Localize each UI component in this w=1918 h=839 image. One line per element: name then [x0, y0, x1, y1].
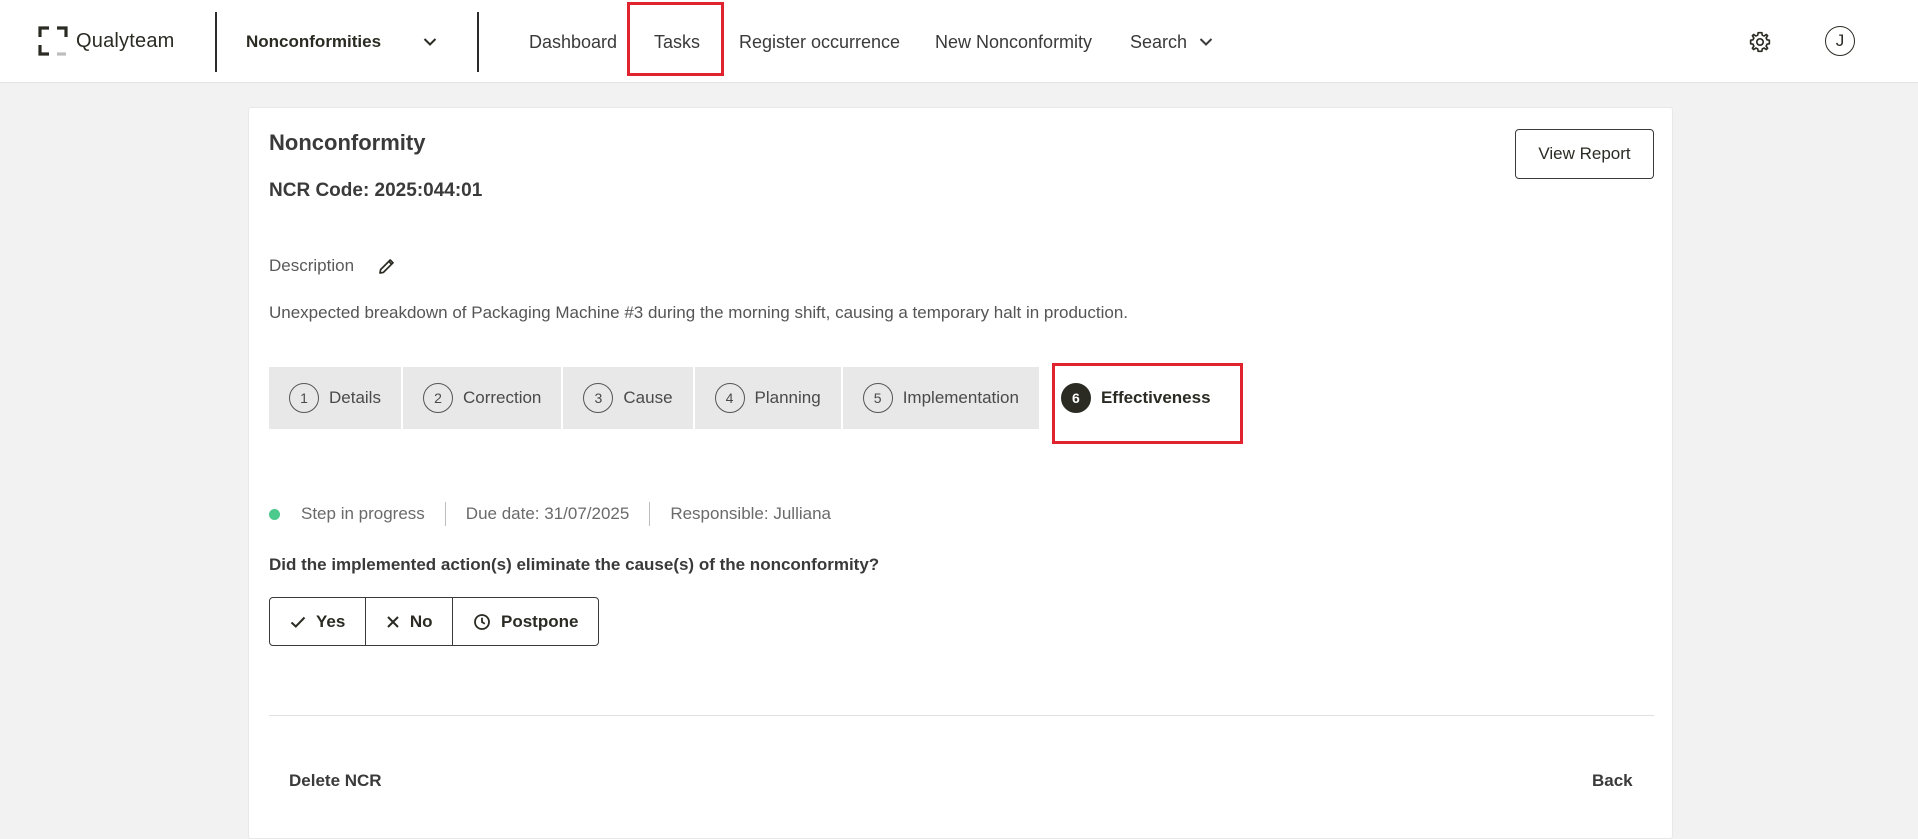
gear-icon — [1749, 31, 1771, 53]
step-label: Planning — [754, 388, 821, 407]
step-label: Implementation — [902, 388, 1019, 407]
effectiveness-question: Did the implemented action(s) eliminate … — [269, 555, 880, 574]
nav-search[interactable]: Search — [1130, 28, 1213, 56]
step-number: 5 — [862, 383, 893, 413]
logo[interactable]: Qualyteam — [38, 24, 175, 58]
ncr-code: NCR Code: 2025:044:01 — [269, 180, 483, 201]
no-label: No — [409, 611, 433, 631]
step-label: Cause — [623, 388, 673, 407]
divider — [477, 12, 479, 72]
clock-icon — [474, 613, 490, 630]
user-avatar[interactable]: J — [1825, 26, 1855, 56]
due-date: Due date: 31/07/2025 — [465, 504, 630, 523]
postpone-label: Postpone — [500, 611, 579, 631]
tasks-highlight-box — [627, 2, 724, 76]
status-state: Step in progress — [301, 504, 425, 523]
no-button[interactable]: No — [364, 597, 454, 646]
module-selector[interactable]: Nonconformities — [246, 28, 437, 56]
step-number: 1 — [289, 383, 319, 413]
description-header: Description — [269, 256, 396, 276]
effectiveness-highlight-box — [1052, 363, 1243, 444]
responsible: Responsible: Julliana — [670, 504, 831, 523]
tab-details[interactable]: 1 Details — [269, 367, 401, 429]
check-icon — [290, 616, 306, 628]
step-label: Correction — [462, 388, 542, 407]
back-button[interactable]: Back — [1592, 771, 1633, 791]
postpone-button[interactable]: Postpone — [451, 597, 600, 646]
answer-button-group: Yes No Postpone — [269, 597, 600, 646]
divider — [444, 502, 446, 526]
nav-new-nonconformity[interactable]: New Nonconformity — [935, 28, 1092, 56]
yes-label: Yes — [316, 611, 346, 631]
chevron-down-icon — [423, 38, 437, 46]
tab-cause[interactable]: 3 Cause — [563, 367, 693, 429]
step-number: 4 — [714, 383, 745, 413]
status-dot-icon — [269, 508, 280, 520]
chevron-down-icon — [1199, 38, 1213, 46]
step-number: 2 — [422, 383, 453, 413]
view-report-button[interactable]: View Report — [1515, 129, 1654, 179]
qualyteam-logo-icon — [38, 26, 68, 56]
page-title: Nonconformity — [269, 130, 426, 155]
top-navigation-bar: Qualyteam Nonconformities Dashboard Task… — [0, 0, 1918, 83]
divider — [649, 502, 651, 526]
pencil-edit-icon[interactable] — [378, 257, 396, 275]
nav-search-label: Search — [1130, 31, 1188, 52]
divider — [215, 12, 217, 72]
tab-implementation[interactable]: 5 Implementation — [842, 367, 1039, 429]
divider — [269, 715, 1654, 716]
module-label: Nonconformities — [246, 32, 382, 51]
nonconformity-card: Nonconformity NCR Code: 2025:044:01 View… — [248, 107, 1673, 839]
settings-button[interactable] — [1748, 30, 1772, 54]
description-text: Unexpected breakdown of Packaging Machin… — [269, 303, 1129, 322]
close-icon — [387, 615, 399, 628]
description-label: Description — [269, 256, 355, 275]
tab-planning[interactable]: 4 Planning — [694, 367, 841, 429]
nav-register-occurrence[interactable]: Register occurrence — [739, 28, 900, 56]
yes-button[interactable]: Yes — [269, 597, 367, 646]
step-number: 3 — [583, 383, 614, 413]
step-label: Details — [329, 388, 381, 407]
nav-dashboard[interactable]: Dashboard — [529, 28, 617, 56]
tab-correction[interactable]: 2 Correction — [402, 367, 562, 429]
step-status-bar: Step in progress Due date: 31/07/2025 Re… — [269, 501, 831, 527]
delete-ncr-button[interactable]: Delete NCR — [289, 771, 382, 791]
logo-text: Qualyteam — [76, 29, 175, 52]
